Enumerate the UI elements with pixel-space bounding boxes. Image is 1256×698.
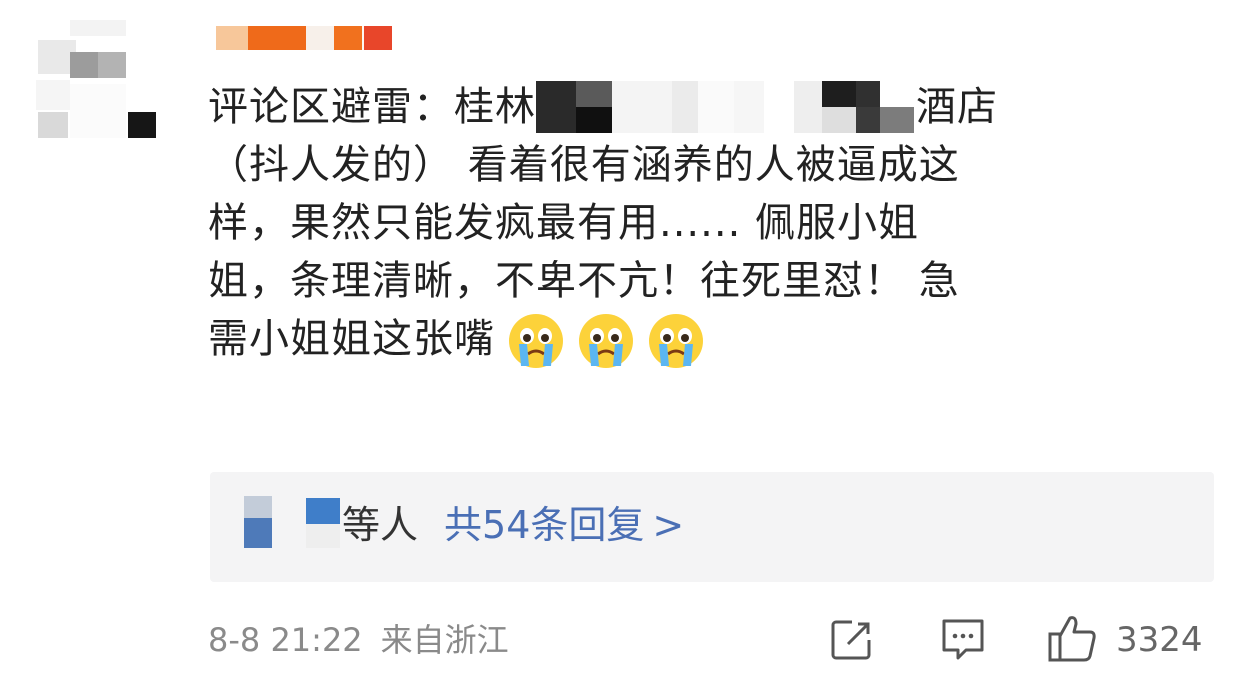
comment-location: 来自浙江 <box>380 621 509 659</box>
comment-line-2: （抖人发的） 看着很有涵养的人被逼成这 <box>208 142 960 188</box>
reply-summary: 等人 共54条回复 > <box>342 500 684 550</box>
commenter-avatar[interactable] <box>30 20 160 150</box>
comment-timestamp: 8-8 21:22 <box>208 621 363 659</box>
view-replies-link[interactable]: 共54条回复 <box>444 503 644 547</box>
crying-face-icon <box>507 312 565 370</box>
comment-line-5-text: 需小姐姐这张嘴 <box>208 316 495 362</box>
comment-line-1-suffix: 酒店 <box>916 84 998 130</box>
comment-line-1-prefix: 评论区避雷：桂林 <box>208 84 536 130</box>
reply-user-avatar <box>244 496 344 552</box>
chevron-right-icon[interactable]: > <box>652 503 684 547</box>
share-icon[interactable] <box>830 618 874 662</box>
censored-hotel-name <box>536 77 916 133</box>
comment-meta: 8-8 21:22 来自浙江 <box>208 618 509 662</box>
comment-line-4: 姐，条理清晰，不卑不亢！往死里怼！ 急 <box>208 258 960 304</box>
crying-face-icon <box>577 312 635 370</box>
commenter-username[interactable] <box>212 22 412 52</box>
comment-line-1: 评论区避雷：桂林 酒店 <box>208 78 1208 136</box>
crying-face-icon <box>647 312 705 370</box>
comment-line-5: 需小姐姐这张嘴 <box>208 310 1208 368</box>
reply-users-suffix: 等人 <box>342 503 419 547</box>
comment-line-3: 样，果然只能发疯最有用...... 佩服小姐 <box>208 200 920 246</box>
thumbs-up-icon[interactable] <box>1046 612 1098 664</box>
like-count: 3324 <box>1116 620 1203 660</box>
comment-icon[interactable] <box>940 616 986 664</box>
comment-text: 评论区避雷：桂林 酒店 （抖人发的） 看着很有涵养的人被逼成这 样，果然只能发疯… <box>208 78 1208 368</box>
